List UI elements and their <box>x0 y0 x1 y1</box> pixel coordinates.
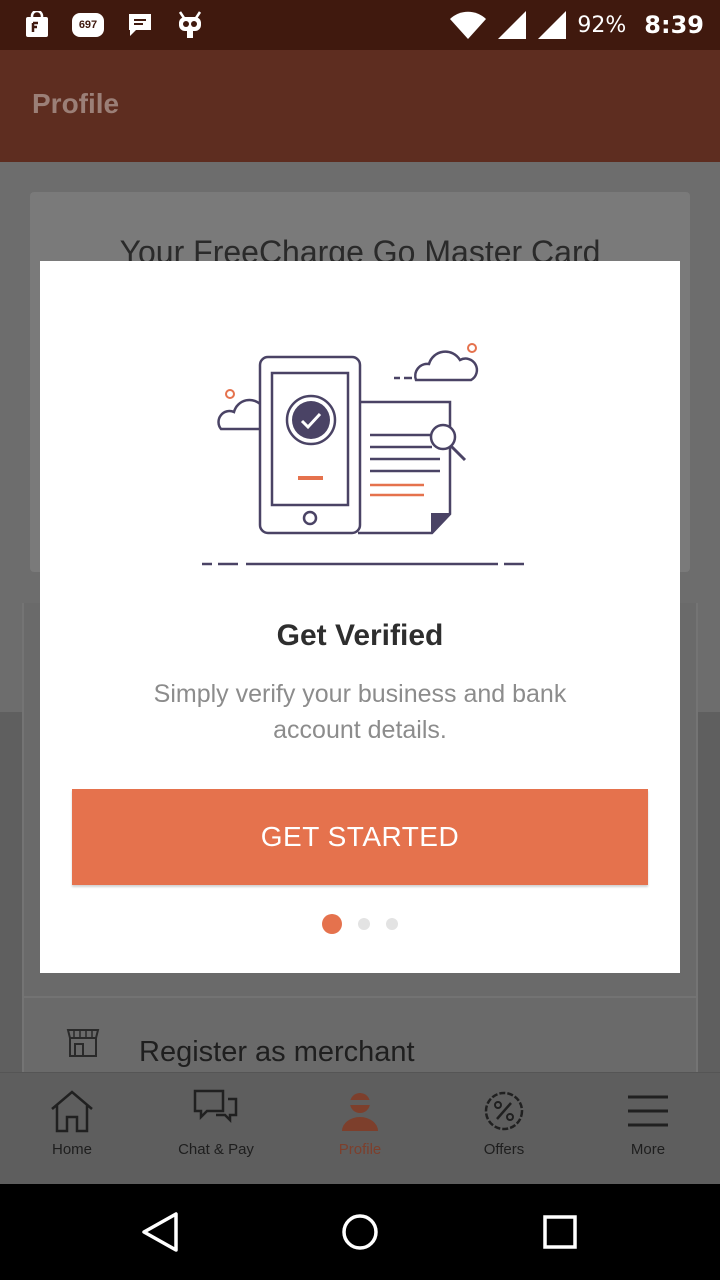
page-indicator <box>40 914 680 934</box>
clock: 8:39 <box>644 11 704 39</box>
home-circle-icon[interactable] <box>336 1208 384 1256</box>
wifi-icon <box>450 11 487 39</box>
shopping-bag-icon <box>26 11 48 37</box>
profile-icon <box>342 1093 378 1131</box>
register-merchant-row[interactable]: Register as merchant <box>24 1018 696 1078</box>
dialog-description: Simply verify your business and bank acc… <box>153 680 567 744</box>
signal-icon <box>538 11 567 39</box>
onboarding-dialog: Get Verified Simply verify your business… <box>40 261 680 973</box>
nav-more[interactable]: More <box>576 1073 720 1184</box>
notification-badge-count: 697 <box>78 19 98 31</box>
home-icon <box>51 1090 93 1133</box>
nav-profile[interactable]: Profile <box>288 1073 432 1184</box>
nav-offers[interactable]: Offers <box>432 1073 576 1184</box>
nav-label-more: More <box>630 1141 666 1158</box>
robot-icon <box>178 11 202 38</box>
back-icon[interactable] <box>136 1208 184 1256</box>
register-merchant-label: Register as merchant <box>139 1036 415 1068</box>
notification-badge-icon: 697 <box>72 13 104 37</box>
offers-icon <box>484 1091 524 1131</box>
page-title: Profile <box>32 88 120 119</box>
recents-icon[interactable] <box>536 1208 584 1256</box>
bottom-navigation: Home Chat & Pay Profile Offers More <box>0 1072 720 1184</box>
menu-icon <box>628 1095 668 1127</box>
page-dot-2[interactable] <box>358 918 370 930</box>
divider <box>24 996 696 998</box>
page-dot-3[interactable] <box>386 918 398 930</box>
battery-level: 92% <box>577 12 627 38</box>
signal-icon <box>498 11 527 39</box>
nav-label-chat-pay: Chat & Pay <box>178 1141 254 1158</box>
page-dot-1[interactable] <box>322 914 342 934</box>
message-icon <box>129 14 151 36</box>
status-bar: 697 92% 8:39 <box>0 0 720 50</box>
app-bar: Profile <box>0 50 720 162</box>
phone-verification-illustration <box>202 343 524 566</box>
nav-label-offers: Offers <box>483 1141 525 1158</box>
chat-icon <box>193 1089 238 1124</box>
system-nav-bar <box>0 1184 720 1280</box>
store-icon <box>66 1029 100 1057</box>
nav-chat-pay[interactable]: Chat & Pay <box>144 1073 288 1184</box>
nav-home[interactable]: Home <box>0 1073 144 1184</box>
get-started-button[interactable]: GET STARTED <box>72 789 648 885</box>
dialog-title: Get Verified <box>276 619 444 652</box>
nav-label-profile: Profile <box>338 1141 382 1158</box>
nav-label-home: Home <box>51 1141 92 1158</box>
